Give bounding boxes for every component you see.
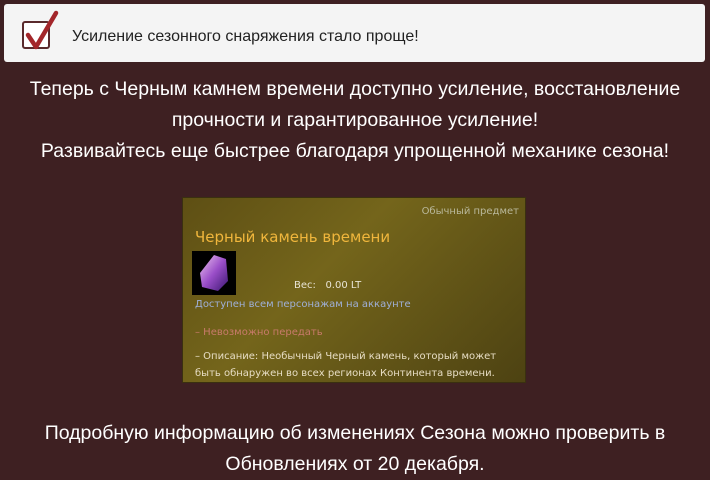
footer-line: Подробную информацию об изменениях Сезон… (44, 422, 666, 444)
intro-line: Теперь с Черным камнем времени доступно … (29, 78, 681, 100)
footer-text: Подробную информацию об изменениях Сезон… (0, 418, 710, 480)
intro-line: Развивайтесь еще быстрее благодаря упрощ… (40, 140, 670, 162)
intro-line: прочности и гарантированное усиление! (171, 109, 539, 131)
no-transfer-text: – Невозможно передать (195, 327, 323, 338)
account-bound-text: Доступен всем персонажам на аккаунте (195, 299, 411, 310)
footer-line: Обновлениях от 20 декабря. (225, 453, 485, 475)
item-description: – Описание: Необычный Черный камень, кот… (195, 351, 497, 379)
item-name: Черный камень времени (195, 228, 391, 246)
announcement-banner: Усиление сезонного снаряжения стало прощ… (4, 4, 705, 62)
item-tooltip: Обычный предмет Черный камень времени Ве… (182, 197, 526, 383)
intro-text: Теперь с Черным камнем времени доступно … (0, 74, 710, 167)
item-grade: Обычный предмет (421, 206, 519, 217)
banner-title: Усиление сезонного снаряжения стало прощ… (72, 28, 419, 45)
item-weight: Вес: 0.00 LT (294, 280, 362, 291)
checkbox-checked-icon (22, 10, 59, 50)
black-stone-icon (192, 251, 236, 295)
